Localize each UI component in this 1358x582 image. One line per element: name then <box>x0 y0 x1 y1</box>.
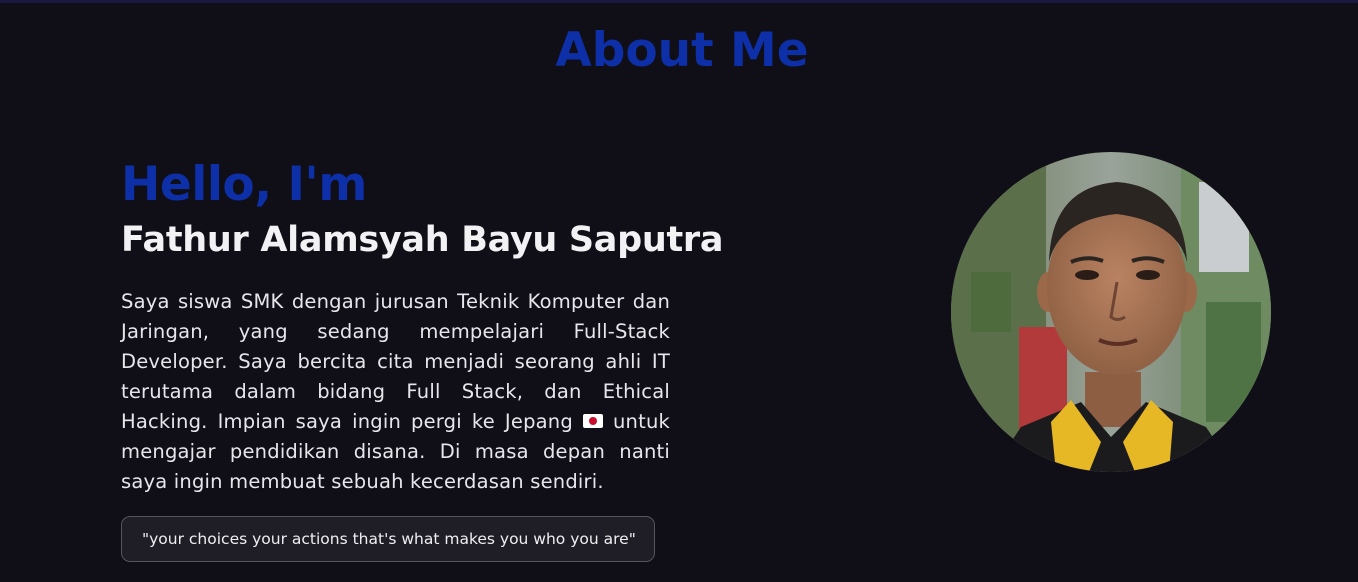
profile-photo <box>951 152 1271 472</box>
section-title: About Me <box>555 23 809 78</box>
intro-column: Hello, I'm Fathur Alamsyah Bayu Saputra … <box>121 156 724 497</box>
japan-flag-icon <box>582 413 603 428</box>
quote-text: "your choices your actions that's what m… <box>142 530 636 548</box>
bio-text-part1: Saya siswa SMK dengan jurusan Teknik Kom… <box>121 290 670 433</box>
name-heading: Fathur Alamsyah Bayu Saputra <box>121 220 724 260</box>
bio-paragraph: Saya siswa SMK dengan jurusan Teknik Kom… <box>121 287 670 497</box>
top-border <box>0 0 1358 3</box>
profile-photo-illustration <box>951 152 1271 472</box>
quote-box: "your choices your actions that's what m… <box>121 516 655 562</box>
greeting-heading: Hello, I'm <box>121 157 367 212</box>
